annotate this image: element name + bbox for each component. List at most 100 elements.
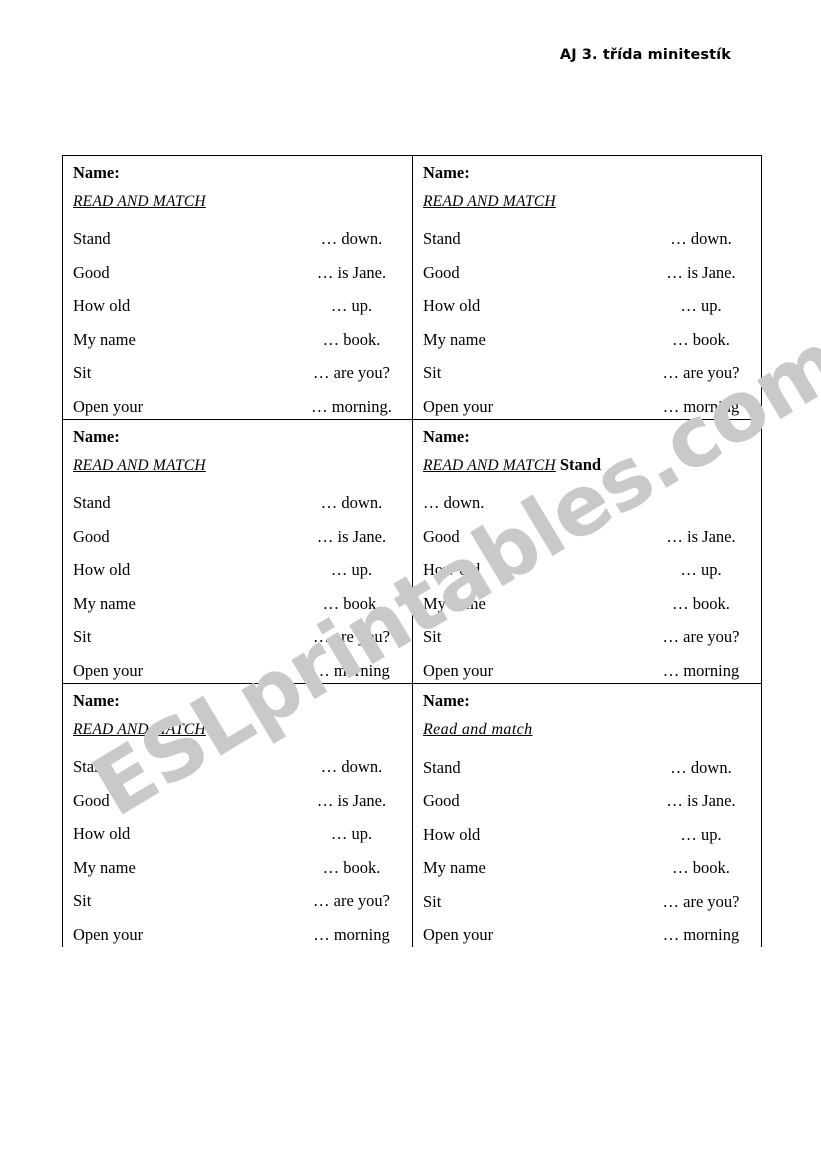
instruction-line: Read and match [423, 721, 751, 751]
match-row: Good … is Jane. [73, 520, 402, 554]
match-row: How old … up. [423, 818, 751, 852]
match-row: Sit … are you? [423, 885, 751, 919]
match-row: My name … book. [73, 851, 402, 885]
instruction-text: Read and match [423, 720, 533, 738]
match-answer: … is Jane. [666, 262, 736, 282]
match-row: Sit … are you? [423, 356, 751, 390]
name-label: Name: [423, 427, 470, 446]
match-answer: … up. [680, 296, 722, 315]
worksheet-row: Name: READ AND MATCH Stand… down. Good… is … [62, 419, 762, 683]
match-answer: … up. [330, 560, 373, 579]
match-prompt: How old [423, 560, 481, 579]
name-label: Name: [423, 163, 470, 182]
match-row: Good … is Jane. [73, 784, 402, 818]
match-row: Stand … down. [423, 751, 751, 785]
match-answer: … is Jane. [316, 790, 387, 810]
match-prompt: Stand [73, 229, 111, 248]
match-answer: … up. [330, 296, 373, 315]
match-answer: … morning [313, 924, 390, 944]
match-answer: … morning [313, 660, 390, 680]
match-row: My name … book. [423, 323, 751, 357]
match-answer: … are you? [662, 891, 740, 911]
instruction-text: READ AND MATCH [73, 456, 206, 474]
page-title: AJ 3. třída minitestík [559, 47, 731, 63]
match-prompt: Sit [73, 627, 92, 646]
match-answer: … is Jane. [316, 262, 387, 282]
match-row: My name … book. [73, 587, 402, 621]
match-row: My name … book. [423, 851, 751, 885]
match-prompt: Sit [423, 627, 442, 646]
match-answer: … are you? [313, 363, 390, 382]
match-answer: … down. [670, 757, 732, 777]
match-prompt: My name [73, 857, 136, 877]
match-prompt: Sit [423, 363, 442, 382]
match-prompt: How old [423, 296, 481, 315]
instruction-line: READ AND MATCH [73, 457, 402, 487]
match-row: How old … up. [423, 553, 751, 587]
instruction-text: READ AND MATCH [423, 456, 556, 474]
match-prompt: My name [73, 593, 136, 613]
match-prompt: Stand [423, 229, 461, 248]
match-answer: … morning. [311, 396, 392, 416]
match-prompt: Good [423, 262, 460, 282]
match-prompt: Sit [73, 363, 92, 382]
match-row: Sit … are you? [73, 620, 402, 654]
match-row: Open your … morning [73, 654, 402, 688]
instruction-text: READ AND MATCH [73, 192, 206, 210]
name-label: Name: [73, 427, 120, 446]
match-prompt: My name [423, 593, 486, 613]
match-row: Good … is Jane. [423, 784, 751, 818]
match-prompt: Open your [73, 396, 144, 416]
match-row: Stand … down. [73, 750, 402, 784]
match-answer: … down. [320, 229, 383, 248]
match-row: Open your … morning. [73, 390, 402, 424]
match-row: Good … is Jane. [73, 256, 402, 290]
match-prompt: Good [423, 791, 460, 810]
match-prompt: Sit [423, 891, 442, 911]
match-prompt: Good [423, 526, 460, 546]
match-prompt: My name [423, 858, 486, 877]
worksheet-cell: Name: READ AND MATCH Stand … down. Good … is … [412, 419, 762, 683]
instruction-text: READ AND MATCH [73, 720, 206, 738]
match-answer: … is Jane. [666, 526, 736, 546]
instruction-text: READ AND MATCH [423, 192, 556, 210]
match-prompt: Stand [73, 757, 111, 776]
instruction-line: READ AND MATCH [73, 721, 402, 751]
orphan-answer: … down. [423, 493, 485, 512]
match-row: Good … is Jane. [423, 256, 751, 290]
match-row: Sit … are you? [73, 884, 402, 918]
match-answer: … book. [322, 329, 381, 349]
match-prompt: Stand [73, 493, 111, 512]
match-row: Good … is Jane. [423, 520, 751, 554]
match-prompt: Good [73, 526, 110, 546]
match-prompt: Open your [73, 660, 144, 680]
match-row: My name … book. [73, 323, 402, 357]
match-prompt: Open your [423, 396, 494, 416]
worksheet-cell: Name: READ AND MATCH Stand… down. Good … is … [412, 155, 762, 419]
worksheet-cell: Name: READ AND MATCH Stand… down. Good… is … [62, 155, 412, 419]
instruction-line: READ AND MATCH [423, 193, 751, 223]
match-answer: … morning [662, 925, 740, 944]
worksheet-cell: Name: Read and match Stand … down. Good … is … [412, 683, 762, 947]
match-row: How old … up. [73, 553, 402, 587]
match-row: Open your … morning [423, 390, 751, 424]
match-prompt: My name [73, 329, 136, 349]
match-prompt: Open your [423, 660, 494, 680]
match-answer: … book. [672, 329, 730, 349]
match-prompt: Open your [423, 925, 494, 944]
match-row: Stand … down. [423, 222, 751, 256]
match-answer: … are you? [662, 627, 740, 646]
name-label: Name: [73, 691, 120, 710]
worksheet-row: Name: READ AND MATCH Stand… down. Good… is … [62, 683, 762, 947]
instruction-line: READ AND MATCH [73, 193, 402, 223]
match-row: How old … up. [73, 289, 402, 323]
match-answer: … is Jane. [316, 526, 387, 546]
instruction-trailing-word: Stand [559, 454, 602, 474]
worksheet-cell: Name: READ AND MATCH Stand … down. Good … is … [62, 419, 412, 683]
match-answer: … morning [662, 396, 740, 416]
match-answer: … are you? [313, 891, 390, 910]
match-answer: … down. [320, 757, 383, 776]
match-answer: … down. [320, 493, 383, 512]
match-prompt: How old [73, 296, 131, 315]
match-row: Open your … morning [423, 918, 751, 952]
